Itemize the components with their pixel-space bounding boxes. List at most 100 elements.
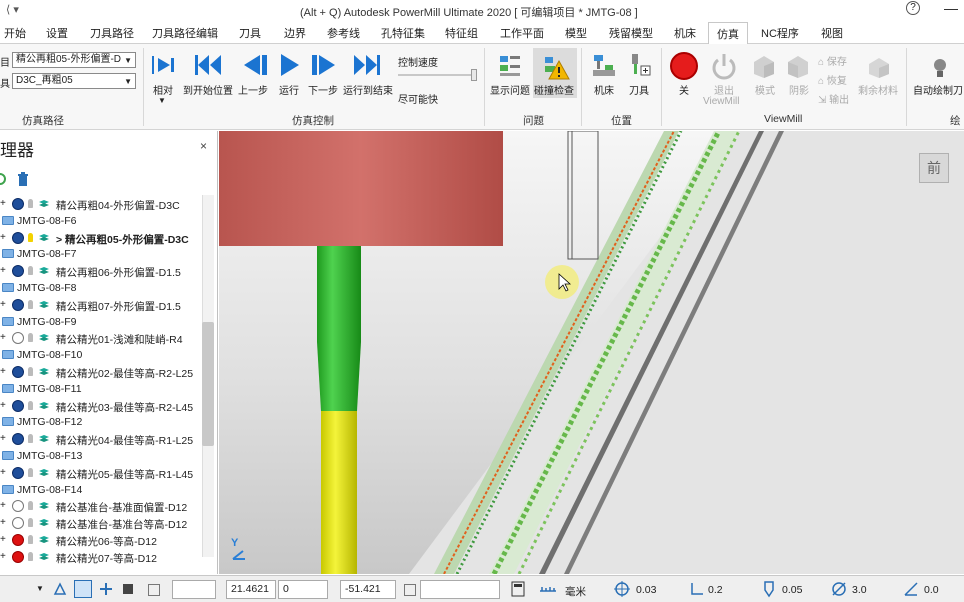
coordinate-blank-field[interactable]: [172, 580, 216, 599]
tree-folder[interactable]: JMTG-08-F13: [0, 448, 205, 465]
tab-nc-program[interactable]: NC程序: [761, 25, 799, 41]
snap-icon[interactable]: [98, 581, 114, 597]
tree-toolpath[interactable]: + 精公精光07-等高-D12: [0, 549, 205, 566]
export-button[interactable]: ⇲ 输出: [818, 91, 849, 106]
tree-folder[interactable]: JMTG-08-F10: [0, 347, 205, 364]
tab-model[interactable]: 模型: [565, 25, 587, 41]
tree-folder[interactable]: JMTG-08-F6: [0, 213, 205, 230]
calculator-icon[interactable]: [510, 581, 526, 597]
expand-icon[interactable]: +: [0, 232, 6, 243]
speed-slider-thumb[interactable]: [471, 69, 477, 81]
visibility-bulb-icon[interactable]: [28, 467, 33, 477]
lock-coordinate-icon[interactable]: [404, 584, 416, 596]
tab-setup[interactable]: 设置: [46, 25, 68, 41]
tab-boundary[interactable]: 边界: [284, 25, 306, 41]
tree-toolpath[interactable]: + 精公精光03-最佳等高-R2-L45: [0, 398, 205, 415]
step-forward-button[interactable]: [309, 52, 339, 78]
tree-toolpath[interactable]: + > 精公再粗05-外形偏置-D3C: [0, 230, 205, 247]
tool-select[interactable]: D3C_再粗05 ▼: [12, 73, 136, 89]
visibility-bulb-icon[interactable]: [28, 518, 33, 528]
tool-position-button[interactable]: [626, 52, 652, 80]
z-coordinate[interactable]: -51.421: [340, 580, 396, 599]
auto-draw-button[interactable]: [930, 56, 950, 80]
chevron-down-icon[interactable]: ▼: [158, 96, 166, 105]
expand-icon[interactable]: +: [0, 400, 6, 411]
visibility-bulb-icon[interactable]: [28, 551, 33, 561]
quick-access-toolbar[interactable]: ⟨ ▾: [6, 3, 19, 16]
minimize-button[interactable]: [944, 9, 958, 10]
shade-button[interactable]: [784, 52, 812, 80]
exit-viewmill-button[interactable]: [710, 52, 738, 80]
tree-toolpath[interactable]: + 精公再粗04-外形偏置-D3C: [0, 196, 205, 213]
mode-button[interactable]: [750, 52, 778, 80]
ruler-icon[interactable]: [538, 581, 558, 597]
remaining-material-button[interactable]: [865, 52, 893, 80]
expand-icon[interactable]: +: [0, 551, 6, 562]
pick-icon[interactable]: [74, 580, 92, 598]
tab-toolpath-edit[interactable]: 刀具路径编辑: [152, 25, 218, 41]
tree-toolpath[interactable]: + 精公再粗07-外形偏置-D1.5: [0, 297, 205, 314]
run-button[interactable]: [277, 52, 303, 78]
tree-folder[interactable]: JMTG-08-F11: [0, 381, 205, 398]
tree-folder[interactable]: JMTG-08-F7: [0, 246, 205, 263]
tree-folder[interactable]: JMTG-08-F8: [0, 280, 205, 297]
visibility-bulb-icon[interactable]: [28, 232, 33, 242]
view-cube[interactable]: 前: [919, 153, 949, 183]
y-coordinate[interactable]: 0: [278, 580, 328, 599]
visibility-bulb-icon[interactable]: [28, 400, 33, 410]
expand-icon[interactable]: +: [0, 517, 6, 528]
show-issues-button[interactable]: [496, 52, 524, 80]
tolerance-value[interactable]: 0.03: [636, 584, 656, 596]
speed-slider-track[interactable]: [398, 74, 476, 76]
tree-toolpath[interactable]: + 精公基准台-基准面偏置-D12: [0, 498, 205, 515]
tree-toolpath[interactable]: + 精公基准台-基准台等高-D12: [0, 515, 205, 532]
tab-hole-feature[interactable]: 孔特征集: [381, 25, 425, 41]
origin-icon[interactable]: [148, 584, 160, 596]
visibility-bulb-icon[interactable]: [28, 434, 33, 444]
tab-feature-group[interactable]: 特征组: [445, 25, 478, 41]
expand-icon[interactable]: +: [0, 332, 6, 343]
expand-icon[interactable]: +: [0, 433, 6, 444]
go-to-start-button[interactable]: [193, 52, 223, 78]
tab-start[interactable]: 开始: [4, 25, 26, 41]
visibility-bulb-icon[interactable]: [28, 501, 33, 511]
tab-view[interactable]: 视图: [821, 25, 843, 41]
save-button[interactable]: ⌂ 保存: [818, 53, 847, 68]
tree-toolpath[interactable]: + 精公精光02-最佳等高-R2-L25: [0, 364, 205, 381]
tree-folder[interactable]: JMTG-08-F12: [0, 414, 205, 431]
tree-folder[interactable]: JMTG-08-F9: [0, 314, 205, 331]
visibility-bulb-icon[interactable]: [28, 266, 33, 276]
explorer-scroll-thumb[interactable]: [202, 322, 214, 446]
tree-toolpath[interactable]: + 精公精光06-等高-D12: [0, 532, 205, 549]
expand-icon[interactable]: +: [0, 500, 6, 511]
tool-diameter-value[interactable]: 0.05: [782, 584, 802, 596]
relative-button[interactable]: [150, 52, 178, 78]
step-back-button[interactable]: [240, 52, 270, 78]
tree-toolpath[interactable]: + 精公再粗06-外形偏置-D1.5: [0, 263, 205, 280]
toolpath-select[interactable]: 精公再粗05-外形偏置-D ▼: [12, 52, 136, 68]
trash-icon[interactable]: [16, 171, 30, 187]
expand-icon[interactable]: +: [0, 467, 6, 478]
graphics-viewport[interactable]: Y 前: [219, 131, 964, 574]
machine-button[interactable]: [591, 52, 617, 80]
coordinate-extra-field[interactable]: [420, 580, 500, 599]
visibility-bulb-icon[interactable]: [28, 535, 33, 544]
tree-toolpath[interactable]: + 精公精光05-最佳等高-R1-L45: [0, 465, 205, 482]
viewmill-off-button[interactable]: [670, 52, 698, 80]
run-to-end-button[interactable]: [352, 52, 382, 78]
x-coordinate[interactable]: 21.4621: [226, 580, 276, 599]
expand-icon[interactable]: +: [0, 299, 6, 310]
tab-stock-model[interactable]: 残留模型: [609, 25, 653, 41]
tab-workplane[interactable]: 工作平面: [500, 25, 544, 41]
expand-icon[interactable]: +: [0, 366, 6, 377]
close-icon[interactable]: ×: [200, 139, 207, 153]
angle-value[interactable]: 0.0: [924, 584, 939, 596]
tree-folder[interactable]: JMTG-08-F14: [0, 482, 205, 499]
visibility-bulb-icon[interactable]: [28, 199, 33, 208]
tab-toolpath[interactable]: 刀具路径: [90, 25, 134, 41]
diameter-value[interactable]: 3.0: [852, 584, 867, 596]
workplane-icon[interactable]: [120, 581, 136, 597]
tab-tool[interactable]: 刀具: [239, 25, 261, 41]
tab-simulation[interactable]: 仿真: [708, 22, 748, 45]
expand-icon[interactable]: +: [0, 534, 6, 545]
